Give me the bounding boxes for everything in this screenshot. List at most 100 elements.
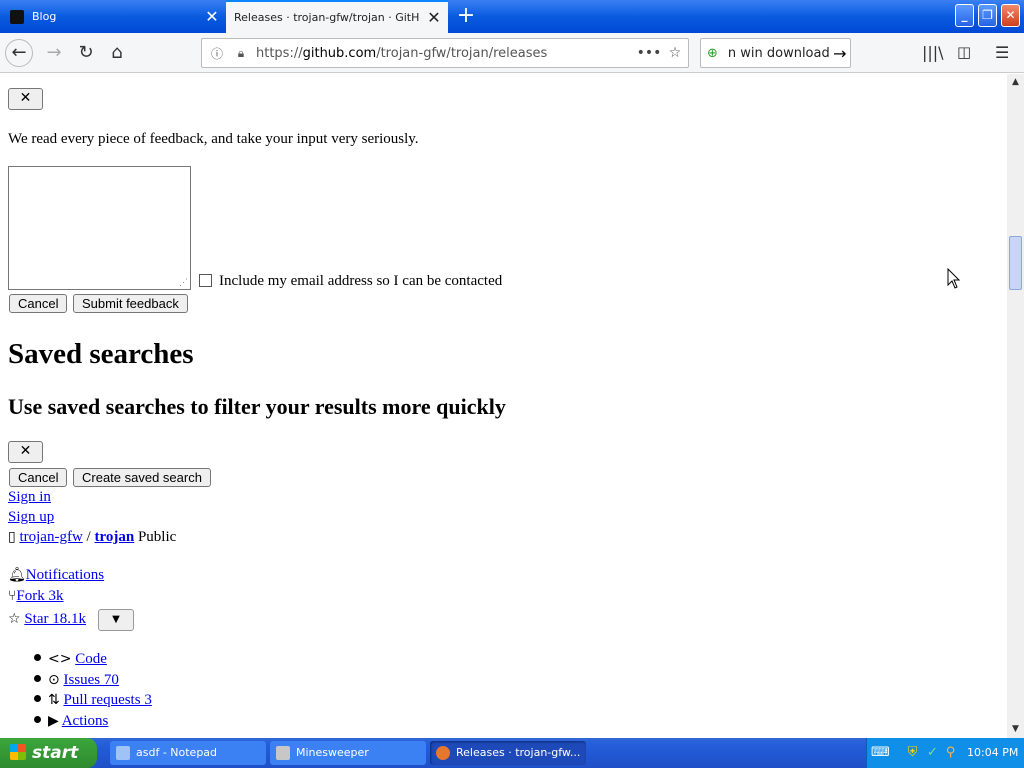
minesweeper-icon — [276, 746, 290, 760]
system-tray: ⌨ ⛨ ✓ ⚲ 10:04 PM — [866, 738, 1024, 768]
sign-up-link[interactable]: Sign up — [8, 509, 54, 525]
feedback-textarea[interactable]: ⋰ — [8, 166, 191, 290]
repo-separator: / — [86, 529, 91, 545]
repo-tab-pull-requests[interactable]: ⇅ Pull requests 3 — [34, 692, 152, 709]
taskbar-item-notepad[interactable]: asdf - Notepad — [110, 741, 266, 765]
pull-request-icon: ⇅ — [48, 692, 60, 708]
url-prefix: https:// — [256, 45, 303, 61]
bookmark-star-icon[interactable]: ☆ — [662, 45, 688, 61]
sidebar-icon[interactable]: ◫ — [957, 43, 971, 61]
repo-header: ▯ trojan-gfw / trojan Public — [8, 529, 176, 546]
home-button[interactable]: ⌂ — [103, 39, 131, 67]
maximize-button[interactable]: ❐ — [978, 4, 997, 27]
submit-feedback-button[interactable]: Submit feedback — [73, 294, 188, 313]
library-icon[interactable]: |||\ — [922, 43, 944, 62]
scrollbar-thumb[interactable] — [1009, 236, 1022, 290]
repo-tab-label[interactable]: Code — [75, 651, 107, 667]
bell-icon: 🔔︎ — [8, 567, 26, 583]
repo-tab-label[interactable]: Actions — [62, 713, 109, 729]
tab-releases[interactable]: Releases · trojan-gfw/trojan · GitHub ✕ — [226, 0, 448, 33]
url-bar[interactable]: ⓘ 🔒︎ https://github.com/trojan-gfw/troja… — [201, 38, 689, 68]
page-actions-icon[interactable]: ••• — [636, 45, 662, 61]
info-icon[interactable]: ⓘ — [208, 45, 226, 62]
saved-searches-subtitle: Use saved searches to filter your result… — [8, 394, 506, 419]
url-host: github.com — [302, 45, 377, 61]
browser-tab-strip: Blog ✕ Releases · trojan-gfw/trojan · Gi… — [0, 0, 1024, 33]
clock: 10:04 PM — [967, 746, 1019, 759]
lock-icon[interactable]: 🔒︎ — [232, 46, 250, 61]
firefox-icon — [436, 746, 450, 760]
search-bar[interactable]: ⊕ n win download → — [700, 38, 851, 68]
scroll-up-icon[interactable]: ▲ — [1007, 74, 1024, 91]
repo-icon: ▯ — [8, 529, 16, 545]
repo-owner-link[interactable]: trojan-gfw — [19, 529, 82, 545]
page-viewport: ✕ We read every piece of feedback, and t… — [0, 74, 1007, 738]
search-go-icon[interactable]: → — [830, 44, 850, 63]
taskbar-item-label: Minesweeper — [296, 746, 369, 759]
taskbar-item-minesweeper[interactable]: Minesweeper — [270, 741, 426, 765]
code-icon: <> — [48, 651, 72, 667]
forward-button[interactable]: → — [40, 39, 68, 67]
mouse-cursor-icon — [947, 268, 961, 289]
repo-tab-actions[interactable]: ▶ Actions — [34, 713, 109, 730]
repo-tab-label[interactable]: Issues 70 — [63, 672, 118, 688]
keyboard-icon[interactable]: ⌨ — [871, 745, 890, 760]
repo-tab-issues[interactable]: ⊙ Issues 70 — [34, 672, 119, 689]
blog-favicon-icon — [10, 9, 24, 24]
sign-in-link[interactable]: Sign in — [8, 489, 51, 505]
play-icon: ▶ — [48, 713, 59, 729]
list-bullet — [34, 675, 41, 682]
list-bullet — [34, 716, 41, 723]
start-button[interactable]: start — [0, 738, 97, 768]
fork-link[interactable]: Fork 3k — [16, 588, 63, 604]
taskbar-item-firefox[interactable]: Releases · trojan-gfw... — [430, 741, 586, 765]
reload-button[interactable]: ↻ — [72, 39, 100, 67]
repo-tab-code[interactable]: <> Code — [34, 651, 107, 668]
security-shield-icon[interactable]: ⛨ — [905, 745, 920, 760]
cancel-feedback-button[interactable]: Cancel — [9, 294, 68, 313]
repo-tab-label[interactable]: Pull requests 3 — [63, 692, 151, 708]
taskbar-item-label: asdf - Notepad — [136, 746, 218, 759]
start-label: start — [32, 743, 79, 763]
repo-name-link[interactable]: trojan — [94, 529, 134, 545]
create-saved-search-button[interactable]: Create saved search — [73, 468, 211, 487]
hamburger-menu-icon[interactable]: ☰ — [995, 43, 1009, 62]
star-link[interactable]: Star 18.1k — [24, 611, 86, 627]
close-tab-icon[interactable]: ✕ — [198, 7, 226, 26]
star-dropdown-button[interactable]: ▼ — [98, 609, 134, 631]
email-checkbox-label: Include my email address so I can be con… — [219, 273, 503, 289]
tab-title: Blog — [32, 10, 57, 23]
saved-searches-title: Saved searches — [8, 338, 194, 370]
navigation-toolbar: ← → ↻ ⌂ ⓘ 🔒︎ https://github.com/trojan-g… — [0, 33, 1024, 73]
minimize-button[interactable]: _ — [955, 4, 974, 27]
vertical-scrollbar[interactable]: ▲ ▼ — [1007, 74, 1024, 738]
taskbar-item-label: Releases · trojan-gfw... — [456, 746, 581, 759]
cancel-saved-search-button[interactable]: Cancel — [9, 468, 68, 487]
notifications-link[interactable]: Notifications — [26, 567, 104, 583]
windows-flag-icon — [10, 744, 26, 760]
list-bullet — [34, 654, 41, 661]
feedback-description: We read every piece of feedback, and tak… — [8, 131, 419, 147]
resize-grip-icon[interactable]: ⋰ — [179, 277, 188, 288]
new-tab-button[interactable]: + — [452, 4, 480, 28]
issue-icon: ⊙ — [48, 672, 60, 688]
close-window-button[interactable]: ✕ — [1001, 4, 1020, 27]
search-input[interactable]: n win download — [728, 46, 830, 61]
url-path: /trojan-gfw/trojan/releases — [376, 45, 548, 61]
search-tray-icon[interactable]: ⚲ — [943, 745, 958, 760]
network-icon[interactable]: ✓ — [925, 745, 940, 760]
tab-blog[interactable]: Blog ✕ — [0, 0, 226, 33]
email-checkbox[interactable] — [199, 274, 212, 287]
windows-taskbar: start asdf - Notepad Minesweeper Release… — [0, 738, 1024, 768]
url-text[interactable]: https://github.com/trojan-gfw/trojan/rel… — [256, 46, 636, 61]
close-tab-icon[interactable]: ✕ — [420, 8, 448, 27]
notepad-icon — [116, 746, 130, 760]
search-icon: ⊕ — [707, 45, 718, 61]
list-bullet — [34, 695, 41, 702]
back-button[interactable]: ← — [5, 39, 33, 67]
repo-visibility-label: Public — [137, 529, 177, 545]
scroll-down-icon[interactable]: ▼ — [1007, 721, 1024, 738]
close-saved-searches-button[interactable]: ✕ — [8, 441, 43, 463]
close-feedback-button[interactable]: ✕ — [8, 88, 43, 110]
repo-nav-tabs: <> Code ⊙ Issues 70 ⇅ Pull requests 3 ▶ … — [34, 651, 348, 738]
